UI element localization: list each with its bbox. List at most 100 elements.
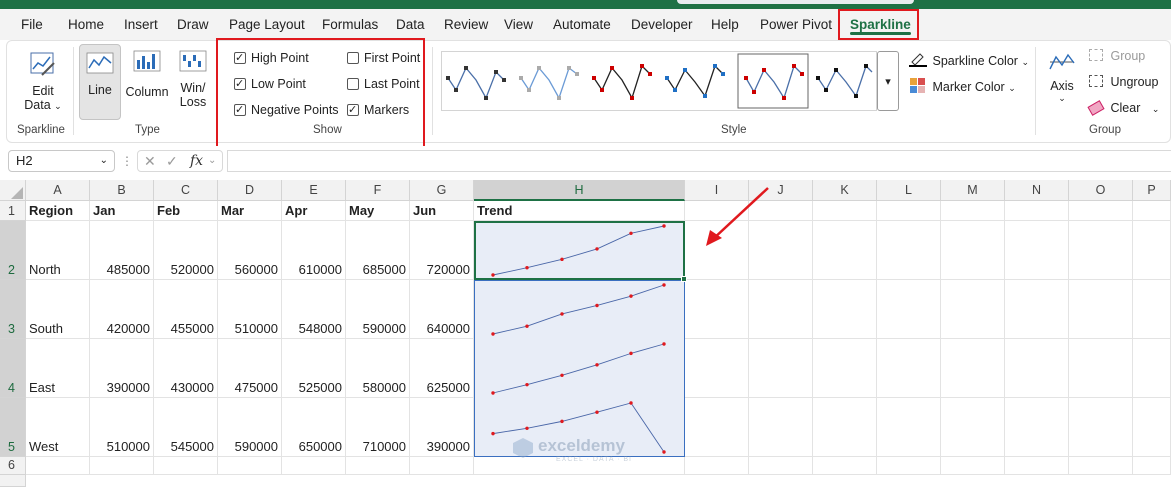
empty-cell[interactable] [941, 457, 1005, 475]
empty-cell[interactable] [941, 339, 1005, 398]
header-cell[interactable]: Feb [154, 201, 218, 221]
empty-cell[interactable] [346, 457, 410, 475]
empty-cell[interactable] [813, 221, 877, 280]
enter-icon[interactable]: ✓ [166, 151, 178, 171]
winloss-type-button[interactable]: Win/ Loss [175, 49, 211, 109]
empty-cell[interactable] [1133, 398, 1171, 457]
empty-cell[interactable] [26, 457, 90, 475]
group-button[interactable]: Group [1089, 49, 1145, 63]
empty-cell[interactable] [1069, 221, 1133, 280]
tab-formulas[interactable]: Formulas [322, 9, 378, 40]
empty-cell[interactable] [1133, 457, 1171, 475]
value-cell[interactable]: 640000 [410, 280, 474, 339]
region-cell[interactable]: South [26, 280, 90, 339]
row-header-2[interactable]: 2 [0, 221, 26, 280]
empty-cell[interactable] [749, 339, 813, 398]
empty-cell[interactable] [877, 280, 941, 339]
clear-button[interactable]: Clear ⌄ [1087, 100, 1159, 116]
marker-color-button[interactable]: Marker Color ⌄ [909, 75, 1029, 94]
tab-view[interactable]: View [504, 9, 533, 40]
value-cell[interactable]: 590000 [346, 280, 410, 339]
column-header-p[interactable]: P [1133, 180, 1171, 201]
value-cell[interactable]: 430000 [154, 339, 218, 398]
value-cell[interactable]: 520000 [154, 221, 218, 280]
empty-cell[interactable] [1005, 457, 1069, 475]
value-cell[interactable]: 485000 [90, 221, 154, 280]
column-header-o[interactable]: O [1069, 180, 1133, 201]
sparkline-color-button[interactable]: Sparkline Color ⌄ [909, 49, 1029, 68]
empty-cell[interactable] [877, 201, 941, 221]
empty-cell[interactable] [1005, 221, 1069, 280]
value-cell[interactable]: 420000 [90, 280, 154, 339]
empty-cell[interactable] [1005, 339, 1069, 398]
empty-cell[interactable] [685, 280, 749, 339]
empty-cell[interactable] [90, 457, 154, 475]
empty-cell[interactable] [1005, 280, 1069, 339]
search-box[interactable] [677, 0, 914, 4]
empty-cell[interactable] [1069, 280, 1133, 339]
tab-review[interactable]: Review [444, 9, 488, 40]
tab-insert[interactable]: Insert [124, 9, 158, 40]
empty-cell[interactable] [1133, 201, 1171, 221]
header-cell[interactable]: Jun [410, 201, 474, 221]
region-cell[interactable]: North [26, 221, 90, 280]
value-cell[interactable]: 390000 [410, 398, 474, 457]
empty-cell[interactable] [941, 201, 1005, 221]
value-cell[interactable]: 548000 [282, 280, 346, 339]
header-cell[interactable]: Region [26, 201, 90, 221]
value-cell[interactable]: 710000 [346, 398, 410, 457]
row-header-3[interactable]: 3 [0, 280, 26, 339]
empty-cell[interactable] [877, 398, 941, 457]
value-cell[interactable]: 580000 [346, 339, 410, 398]
select-all-corner[interactable] [0, 180, 26, 201]
column-header-c[interactable]: C [154, 180, 218, 201]
column-header-e[interactable]: E [282, 180, 346, 201]
tab-home[interactable]: Home [68, 9, 104, 40]
empty-cell[interactable] [941, 221, 1005, 280]
tab-automate[interactable]: Automate [553, 9, 611, 40]
value-cell[interactable]: 475000 [218, 339, 282, 398]
tab-help[interactable]: Help [711, 9, 739, 40]
row-header-7[interactable] [0, 475, 26, 487]
header-cell[interactable]: Jan [90, 201, 154, 221]
empty-cell[interactable] [1069, 398, 1133, 457]
empty-cell[interactable] [941, 398, 1005, 457]
empty-cell[interactable] [1069, 201, 1133, 221]
empty-cell[interactable] [1005, 398, 1069, 457]
empty-cell[interactable] [1133, 280, 1171, 339]
empty-cell[interactable] [1069, 457, 1133, 475]
region-cell[interactable]: East [26, 339, 90, 398]
empty-cell[interactable] [154, 457, 218, 475]
value-cell[interactable]: 720000 [410, 221, 474, 280]
row-header-1[interactable]: 1 [0, 201, 26, 221]
empty-cell[interactable] [813, 339, 877, 398]
empty-cell[interactable] [749, 398, 813, 457]
formula-input[interactable] [227, 150, 1171, 172]
empty-cell[interactable] [813, 280, 877, 339]
empty-cell[interactable] [877, 457, 941, 475]
header-cell[interactable]: Trend [474, 201, 685, 221]
empty-cell[interactable] [410, 457, 474, 475]
column-header-h[interactable]: H [474, 180, 685, 201]
tab-power-pivot[interactable]: Power Pivot [760, 9, 832, 40]
row-header-5[interactable]: 5 [0, 398, 26, 457]
name-box[interactable]: H2 ⌄ [8, 150, 115, 172]
column-header-f[interactable]: F [346, 180, 410, 201]
ungroup-button[interactable]: Ungroup [1089, 75, 1158, 89]
value-cell[interactable]: 390000 [90, 339, 154, 398]
empty-cell[interactable] [749, 280, 813, 339]
empty-cell[interactable] [749, 457, 813, 475]
column-header-b[interactable]: B [90, 180, 154, 201]
tab-page-layout[interactable]: Page Layout [229, 9, 305, 40]
value-cell[interactable]: 560000 [218, 221, 282, 280]
value-cell[interactable]: 455000 [154, 280, 218, 339]
column-header-d[interactable]: D [218, 180, 282, 201]
header-cell[interactable]: Apr [282, 201, 346, 221]
value-cell[interactable]: 510000 [90, 398, 154, 457]
column-header-k[interactable]: K [813, 180, 877, 201]
gallery-more-button[interactable]: ▾ [877, 51, 899, 111]
edit-data-button[interactable]: Edit Data ⌄ [21, 49, 65, 112]
empty-cell[interactable] [1133, 221, 1171, 280]
column-header-n[interactable]: N [1005, 180, 1069, 201]
empty-cell[interactable] [282, 457, 346, 475]
